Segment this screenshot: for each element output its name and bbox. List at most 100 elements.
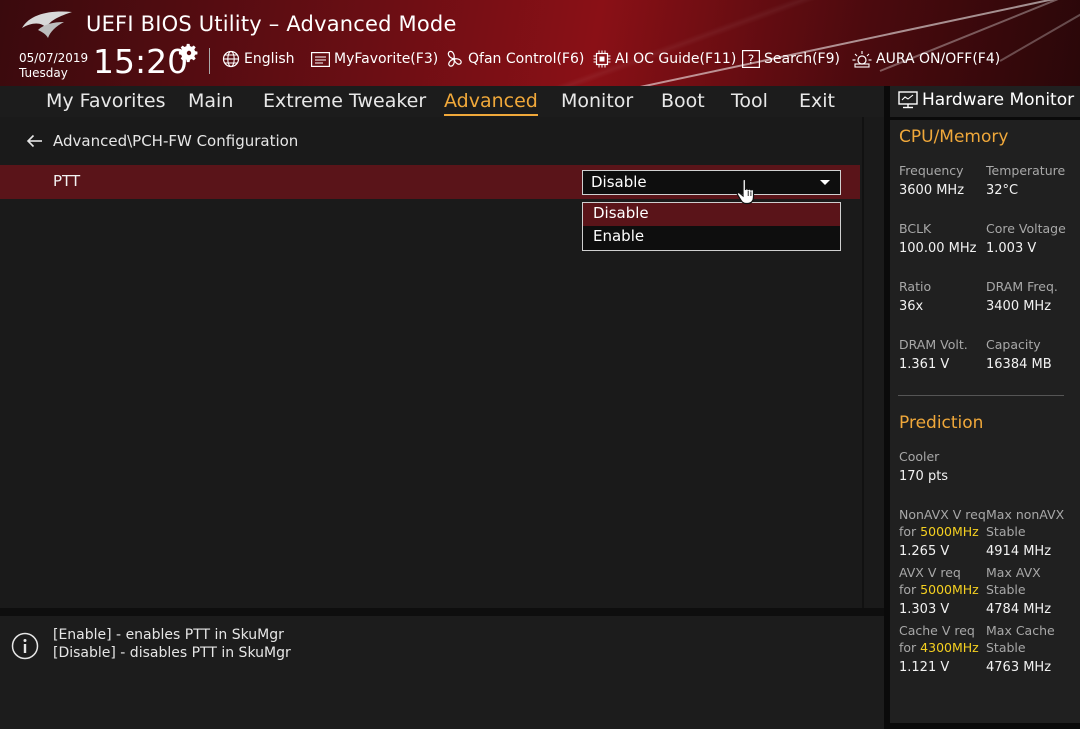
hw-label-ratio: Ratio xyxy=(899,279,932,294)
rog-logo-icon xyxy=(22,11,72,38)
hw-label-line: for 4300MHz xyxy=(899,639,979,656)
hardware-monitor-title: Hardware Monitor xyxy=(898,90,1074,110)
hw-value-max-avx: 4784 MHz xyxy=(986,602,1052,617)
globe-icon xyxy=(222,50,240,68)
breadcrumb: Advanced\PCH-FW Configuration xyxy=(26,132,298,150)
hw-value-max-nonavx: 4914 MHz xyxy=(986,544,1052,559)
aura-toggle-button[interactable]: AURA ON/OFF(F4) xyxy=(852,48,1000,70)
qfan-control-button[interactable]: Qfan Control(F6) xyxy=(444,48,584,70)
ai-oc-guide-button[interactable]: AI OC Guide(F11) xyxy=(593,48,736,70)
hw-label-max-nonavx: Max nonAVX Stable xyxy=(986,506,1064,540)
hw-value-dram-volt: 1.361 V xyxy=(899,357,950,372)
breadcrumb-path: Advanced\PCH-FW Configuration xyxy=(53,132,299,150)
help-text-line: [Disable] - disables PTT in SkuMgr xyxy=(53,645,291,661)
hw-label-prefix: for xyxy=(899,582,921,597)
hardware-monitor-panel: Hardware Monitor CPU/Memory Frequency 36… xyxy=(890,86,1080,729)
monitor-icon xyxy=(898,91,918,109)
svg-text:?: ? xyxy=(748,53,754,67)
hw-label-line: Max AVX xyxy=(986,565,1041,580)
fan-icon xyxy=(447,50,462,67)
hw-value-avx-vreq: 1.303 V xyxy=(899,602,950,617)
ai-oc-guide-label: AI OC Guide(F11) xyxy=(615,51,737,67)
hardware-monitor-title-text: Hardware Monitor xyxy=(922,90,1075,110)
back-arrow-icon[interactable] xyxy=(26,134,43,148)
gear-icon[interactable] xyxy=(178,42,200,64)
hw-label-line: Stable xyxy=(986,640,1026,655)
search-label: Search(F9) xyxy=(764,51,840,67)
hw-label-line: Stable xyxy=(986,582,1026,597)
section-prediction: Prediction xyxy=(899,413,984,433)
hw-label-bclk: BCLK xyxy=(899,221,932,236)
tab-tool[interactable]: Tool xyxy=(731,90,768,112)
tab-boot[interactable]: Boot xyxy=(661,90,705,112)
help-divider xyxy=(0,608,884,616)
search-button[interactable]: ? Search(F9) xyxy=(742,48,840,70)
myfavorite-label: MyFavorite(F3) xyxy=(334,51,439,67)
hw-label-line: for 5000MHz xyxy=(899,581,979,598)
language-label: English xyxy=(244,51,295,67)
day-label: Tuesday xyxy=(19,66,68,80)
scrollbar[interactable] xyxy=(862,117,864,609)
favorite-list-icon xyxy=(311,51,330,67)
myfavorite-button[interactable]: MyFavorite(F3) xyxy=(311,48,438,70)
language-button[interactable]: English xyxy=(222,48,295,70)
tab-exit[interactable]: Exit xyxy=(799,90,835,112)
hw-target-frequency: 5000MHz xyxy=(920,582,979,597)
hw-value-cooler: 170 pts xyxy=(899,469,949,484)
tab-main[interactable]: Main xyxy=(188,90,233,112)
chip-icon xyxy=(593,50,611,68)
hw-value-ratio: 36x xyxy=(899,299,924,314)
hw-label-line: NonAVX V req xyxy=(899,507,986,522)
aura-toggle-label: AURA ON/OFF(F4) xyxy=(876,51,1001,67)
clock: 15:20 xyxy=(93,42,189,81)
setting-label-ptt: PTT xyxy=(53,172,81,190)
hw-label-line: Max nonAVX xyxy=(986,507,1065,522)
tab-advanced[interactable]: Advanced xyxy=(444,90,538,116)
hw-label-core-voltage: Core Voltage xyxy=(986,221,1066,236)
hw-label-line: Stable xyxy=(986,524,1026,539)
hw-label-line: Max Cache xyxy=(986,623,1055,638)
header-bar: UEFI BIOS Utility – Advanced Mode 05/07/… xyxy=(0,0,1080,86)
help-text-line: [Enable] - enables PTT in SkuMgr xyxy=(53,627,284,643)
hw-value-max-cache: 4763 MHz xyxy=(986,660,1052,675)
app-title: UEFI BIOS Utility – Advanced Mode xyxy=(86,12,457,36)
hw-label-capacity: Capacity xyxy=(986,337,1041,352)
hw-label-frequency: Frequency xyxy=(899,163,964,178)
ptt-select[interactable]: Disable xyxy=(582,170,841,195)
hand-pointer-icon xyxy=(736,178,755,205)
tab-extreme-tweaker[interactable]: Extreme Tweaker xyxy=(263,90,426,112)
qfan-control-label: Qfan Control(F6) xyxy=(468,51,585,67)
chevron-down-icon xyxy=(820,180,830,185)
hw-value-temperature: 32°C xyxy=(986,183,1019,198)
hw-target-frequency: 4300MHz xyxy=(920,640,979,655)
section-cpu-memory: CPU/Memory xyxy=(899,127,1009,147)
info-icon xyxy=(11,632,39,660)
settings-panel: Advanced\PCH-FW Configuration PTT Disabl… xyxy=(0,117,884,609)
hw-value-dram-freq: 3400 MHz xyxy=(986,299,1052,314)
help-panel: [Enable] - enables PTT in SkuMgr [Disabl… xyxy=(0,616,884,729)
hw-value-cache-vreq: 1.121 V xyxy=(899,660,950,675)
hw-value-frequency: 3600 MHz xyxy=(899,183,965,198)
hw-label-prefix: for xyxy=(899,640,921,655)
decor-stripe xyxy=(999,0,1080,62)
aura-light-icon xyxy=(852,51,872,68)
hw-label-avx-vreq: AVX V req for 5000MHz xyxy=(899,564,979,598)
hw-value-bclk: 100.00 MHz xyxy=(899,241,977,256)
hw-title-divider xyxy=(890,117,1080,120)
tab-my-favorites[interactable]: My Favorites xyxy=(46,90,166,112)
dropdown-option-disable[interactable]: Disable xyxy=(583,203,840,226)
hw-value-core-voltage: 1.003 V xyxy=(986,241,1037,256)
hw-section-divider xyxy=(898,395,1064,396)
hw-label-cooler: Cooler xyxy=(899,449,940,464)
hw-bottom-edge xyxy=(890,723,1080,729)
tab-monitor[interactable]: Monitor xyxy=(561,90,633,112)
hw-label-dram-volt: DRAM Volt. xyxy=(899,337,968,352)
decor-stripe xyxy=(639,0,1080,86)
header-divider xyxy=(209,48,210,74)
hw-label-dram-freq: DRAM Freq. xyxy=(986,279,1058,294)
ptt-dropdown-menu: Disable Enable xyxy=(582,202,841,251)
hw-label-line: Cache V req xyxy=(899,623,975,638)
hw-value-nonavx-vreq: 1.265 V xyxy=(899,544,950,559)
ptt-select-value: Disable xyxy=(591,173,647,191)
dropdown-option-enable[interactable]: Enable xyxy=(583,226,840,249)
